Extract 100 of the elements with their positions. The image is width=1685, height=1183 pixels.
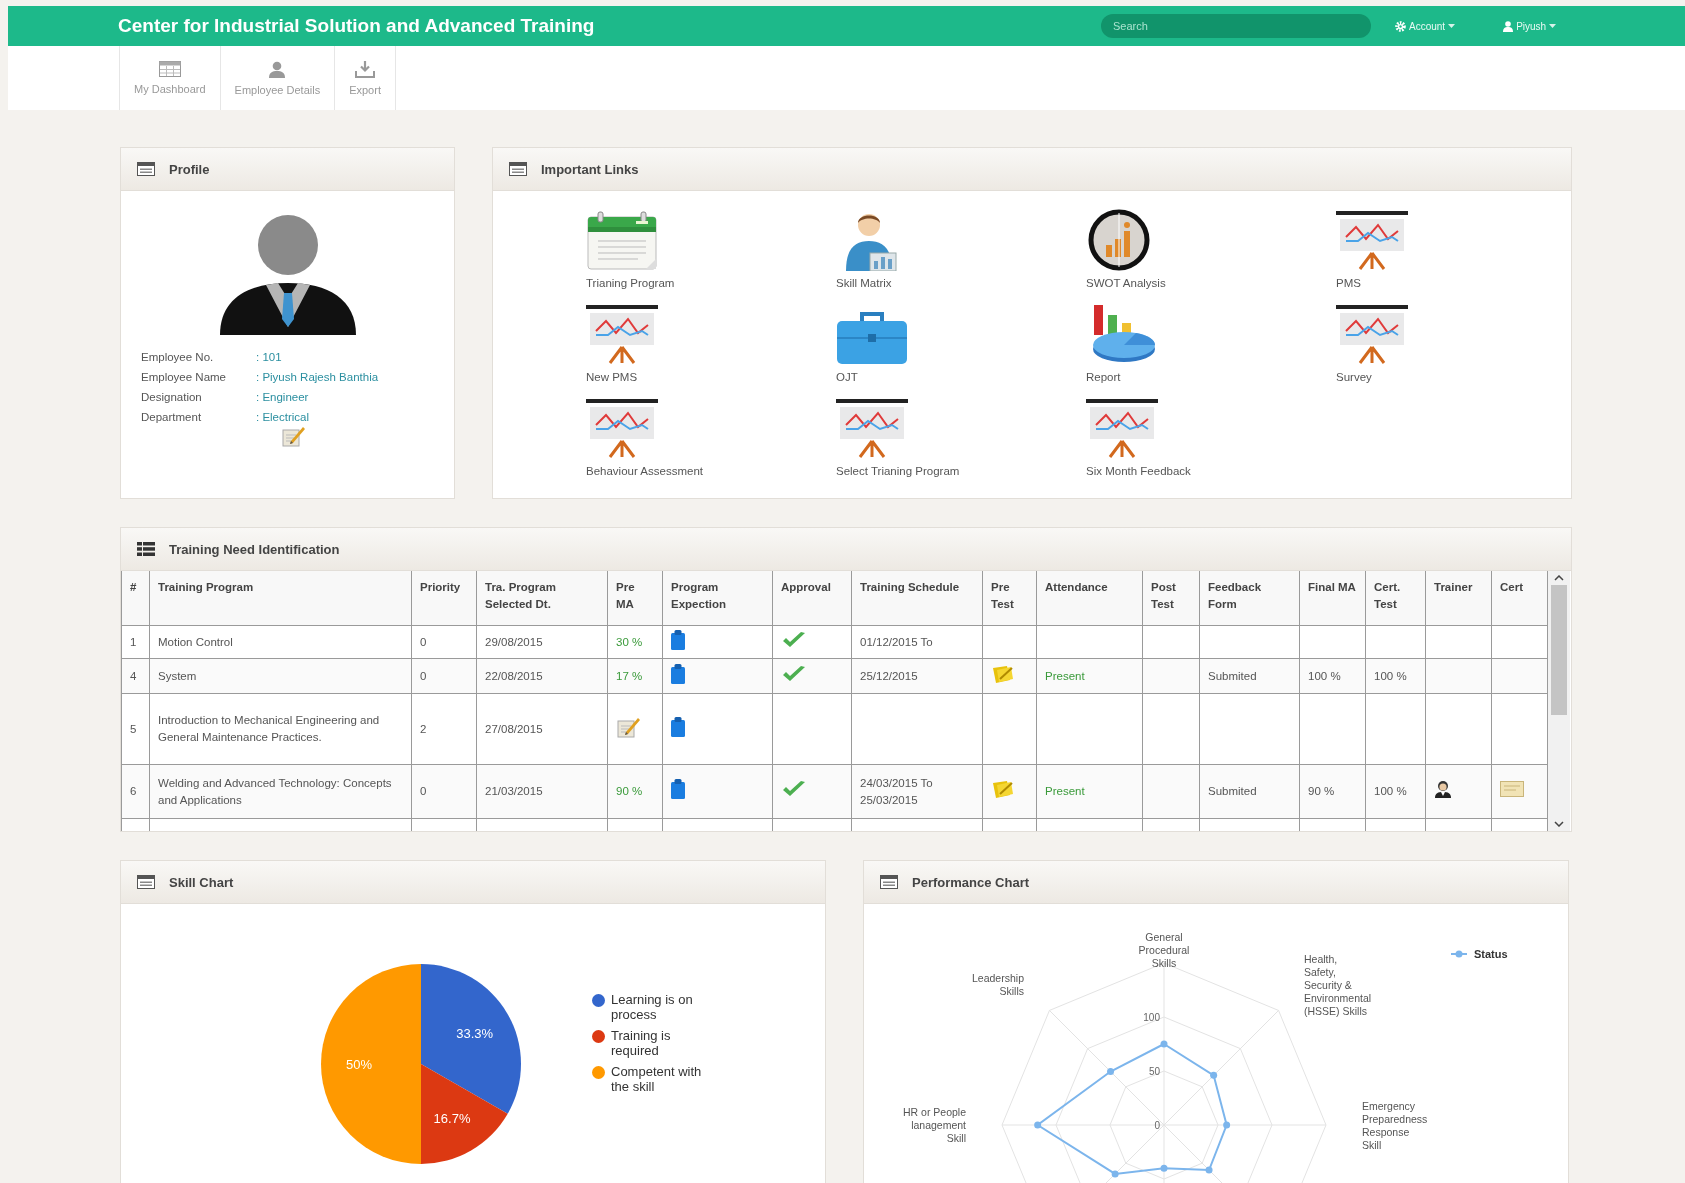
table-cell: 0 [411,658,477,694]
window-icon [509,162,527,176]
field-label: Employee No. [141,351,215,363]
presentation-board-icon [836,399,908,459]
check-icon[interactable] [781,630,807,649]
field-label: Employee Name [141,371,227,383]
panel-title: Profile [169,161,210,177]
panel-title: Performance Chart [912,874,1030,890]
field-label: Department [141,411,203,423]
table-cell: 25/12/2015 [851,658,983,694]
table-cell: 22/08/2015 [476,658,608,694]
presentation-board-icon [1336,211,1408,271]
chevron-up-icon[interactable] [1554,575,1564,581]
table-cell: 100 % [1365,764,1426,819]
panel-title: Skill Chart [169,874,234,890]
table-cell: 1 [121,625,150,659]
check-icon[interactable] [781,664,807,683]
link-item[interactable]: SWOT Analysis [1086,205,1166,289]
link-item[interactable]: Survey [1336,299,1408,383]
axis-label: HR or People lanagement Skill [902,1106,966,1144]
table-cell: 0 [411,625,477,659]
table-cell: 01/12/2015 To [851,625,983,659]
search-field[interactable]: Search [1101,14,1371,38]
presentation-board-icon [586,305,658,365]
clipboard-icon[interactable] [671,779,685,799]
window-icon [137,162,155,176]
scrollbar-thumb[interactable] [1551,585,1567,715]
column-header: # [121,571,150,626]
field-value: : Engineer [256,391,310,403]
caret-icon [1549,24,1557,28]
link-item[interactable]: Select Trianing Program [836,393,960,477]
legend-label: Training is required [611,1028,672,1058]
data-point [1034,1121,1042,1129]
calendar-icon [586,211,658,271]
data-point [1160,1040,1168,1048]
user-icon[interactable] [1434,780,1452,798]
clipboard-icon[interactable] [671,629,685,650]
column-header: Feedback Form [1199,571,1300,626]
column-header: Approval [772,571,852,626]
column-header: Post Test [1142,571,1200,626]
link-item[interactable]: Trianing Program [586,205,675,289]
download-icon [355,60,376,78]
presentation-board-icon [1336,305,1408,365]
table-cell: 17 % [607,658,663,694]
clipboard-icon[interactable] [671,716,685,737]
data-label: 33.3% [456,1025,494,1041]
table-cell: Welding and Advanced Technology: Concepts and Applications [149,764,412,819]
user-icon [1503,20,1514,32]
table-cell: Motion Control [149,625,412,659]
gear-icon [1395,20,1406,32]
table-cell: 90 % [607,764,663,819]
data-label: 16.7% [433,1110,471,1126]
table-cell: 21/03/2015 [476,764,608,819]
chevron-down-icon[interactable] [1554,821,1564,827]
field-value: : Piyush Rajesh Banthia [256,371,379,383]
table-cell: Present [1036,764,1143,819]
note-icon[interactable] [991,779,1013,799]
link-item[interactable]: New PMS [586,299,658,383]
edit-icon[interactable] [280,425,305,447]
link-item[interactable]: Skill Matrix [836,205,902,289]
scrollbar[interactable] [1548,571,1570,831]
table-cell: 90 % [1299,764,1366,819]
table-cell: 100 % [1365,658,1426,694]
column-header: Trainer [1425,571,1492,626]
table-cell: 27/08/2015 [476,693,608,765]
axis-label: Leadership Skills [972,972,1024,998]
column-header: Program Expection [662,571,773,626]
table-cell: 4 [121,658,150,694]
table-cell: 6 [121,764,150,819]
app-title: Center for Industrial Solution and Advanced Training [118,15,596,37]
table-cell: Introduction to Mechanical Engineering and General Maintenance Practices. [149,693,412,765]
presentation-board-icon [586,399,658,459]
data-point [1111,1170,1119,1178]
window-icon [137,875,155,889]
link-item[interactable]: OJT [836,299,908,383]
note-icon[interactable] [991,663,1013,684]
table-cell: 30 % [607,625,663,659]
axis-label: Health, Safety, Security & Environmental (HSSE) Skills [1304,953,1372,1017]
link-item[interactable]: PMS [1336,205,1408,289]
table-cell: 24/03/2015 To 25/03/2015 [851,764,983,819]
link-item[interactable]: Six Month Feedback [1086,393,1191,477]
table-cell: 2 [411,693,477,765]
column-header: Pre Test [982,571,1037,626]
axis-tick-label: 0 [1154,1120,1160,1131]
certificate-icon[interactable] [1500,781,1524,797]
link-item[interactable]: Behaviour Assessment [586,393,703,477]
table-cell: System [149,658,412,694]
table-cell: Submited [1199,658,1300,694]
bar-chart-circle-icon [1086,209,1152,271]
data-point [1107,1068,1115,1076]
data-point [1160,1164,1168,1172]
link-item[interactable]: Report [1086,299,1156,383]
column-header: Priority [411,571,477,626]
data-point [1205,1166,1213,1174]
data-label: 50% [346,1057,372,1072]
check-icon[interactable] [781,780,807,798]
table-cell: Submited [1199,764,1300,819]
table-cell: 100 % [1299,658,1366,694]
clipboard-icon[interactable] [671,663,685,684]
edit-icon[interactable] [616,715,640,738]
